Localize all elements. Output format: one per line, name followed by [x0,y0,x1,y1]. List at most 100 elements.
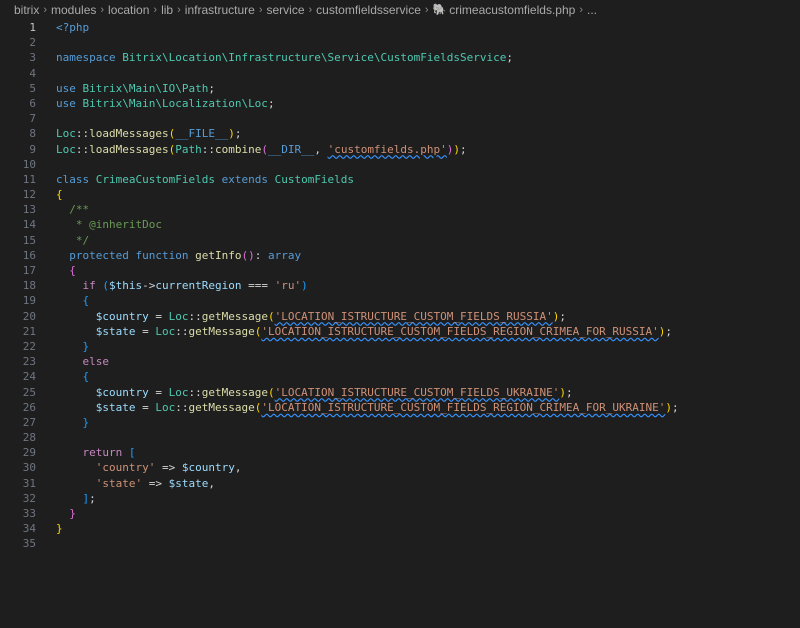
code-token: ; [671,400,679,414]
code-token: <?php [56,21,90,34]
line-number: 35 [22,537,36,551]
code-token: } [82,415,90,429]
code-token: ; [566,385,573,399]
code-token: ) [559,385,566,399]
code-token: function [135,248,196,262]
code-token: ; [665,324,672,338]
code-line[interactable]: 13 /** [0,202,800,217]
indent-guide [56,507,69,520]
code-token: 'LOCATION_ISTRUCTURE_CUSTOM_FIELDS_REGIO… [261,324,659,338]
code-line[interactable]: 2 [0,35,800,50]
indent-guide [56,218,69,231]
code-line[interactable]: 28 [0,430,800,445]
code-line[interactable]: 14 * @inheritDoc [0,217,800,232]
code-line[interactable]: 24 { [0,369,800,384]
line-number: 33 [22,507,36,520]
breadcrumb-item[interactable]: lib [161,0,173,20]
breadcrumb-item[interactable]: location [108,0,149,20]
code-token: ( [267,309,275,323]
code-token: getMessage [201,309,268,323]
code-line[interactable]: 27 } [0,415,800,430]
code-line[interactable]: 31 'state' => $state, [0,476,800,491]
breadcrumb-item[interactable]: service [266,0,304,20]
code-token: 'customfields.php' [327,142,447,156]
code-line[interactable]: 25 $country = Loc::getMessage('LOCATION_… [0,385,800,400]
code-token: [ [128,446,136,460]
breadcrumb-item[interactable]: infrastructure [185,0,255,20]
code-token: $country [181,461,235,475]
code-line[interactable]: 8 Loc::loadMessages(__FILE__); [0,126,800,141]
code-line[interactable]: 19 { [0,293,800,308]
code-line[interactable]: 29 return [ [0,445,800,460]
code-token: ; [460,142,467,156]
chevron-right-icon: › [579,4,583,16]
code-editor[interactable]: 1 <?php 2 3 namespace Bitrix\Location\Infras… [0,20,800,552]
code-line[interactable]: 5 use Bitrix\Main\IO\Path; [0,81,800,96]
code-line[interactable]: 33 } [0,506,800,521]
indent-guide [56,446,83,459]
code-token: Bitrix\Main\Localization\Loc [82,96,268,110]
indent-guide [56,477,96,490]
code-token: ) [665,400,672,414]
indent-guide [56,416,83,429]
code-token: Loc [168,385,189,399]
code-text: * @inheritDoc [56,217,800,232]
breadcrumb-item[interactable]: modules [51,0,96,20]
line-number: 20 [22,309,36,323]
code-token: = [155,385,169,399]
code-line[interactable]: 11 class CrimeaCustomFields extends Custo… [0,172,800,187]
code-token: } [82,339,90,353]
code-line[interactable]: 3 namespace Bitrix\Location\Infrastructur… [0,50,800,65]
code-line[interactable]: 22 } [0,339,800,354]
code-line[interactable]: 26 $state = Loc::getMessage('LOCATION_IS… [0,400,800,415]
code-text: Loc::loadMessages(__FILE__); [56,126,800,141]
code-token: loadMessages [89,142,169,156]
code-line[interactable]: 10 [0,157,800,172]
line-number: 19 [22,294,36,308]
code-token: /** [69,203,90,217]
code-line[interactable]: 34} [0,521,800,536]
code-token: :: [188,309,202,323]
code-token: $state [168,476,209,490]
code-line[interactable]: 23 else [0,354,800,369]
code-line[interactable]: 7 [0,111,800,126]
code-line[interactable]: 20 $country = Loc::getMessage('LOCATION_… [0,309,800,324]
code-line[interactable]: 30 'country' => $country, [0,460,800,475]
code-token: $state [95,324,143,338]
code-line[interactable]: 6 use Bitrix\Main\Localization\Loc; [0,96,800,111]
code-line[interactable]: 21 $state = Loc::getMessage('LOCATION_IS… [0,324,800,339]
indent-guide [56,401,96,414]
code-line[interactable]: 15 */ [0,233,800,248]
code-token: { [82,294,90,308]
code-text: $state = Loc::getMessage('LOCATION_ISTRU… [56,324,800,339]
breadcrumb-item[interactable]: customfieldsservice [316,0,421,20]
code-line[interactable]: 16 protected function getInfo(): array [0,248,800,263]
breadcrumb-file[interactable]: crimeacustomfields.php [449,0,575,20]
code-text: return [ [56,445,800,460]
code-line[interactable]: 32 ]; [0,491,800,506]
code-token: , [234,461,242,475]
line-number: 25 [22,385,36,399]
code-line[interactable]: 4 [0,66,800,81]
code-token: } [56,522,63,536]
code-line[interactable]: 1 <?php [0,20,800,36]
code-token: = [142,400,156,414]
line-number: 1 [29,21,36,34]
code-token: ) [301,279,308,293]
code-token: getMessage [188,324,255,338]
code-token: => [161,461,182,475]
indent-guide [56,386,96,399]
code-line[interactable]: 9 Loc::loadMessages(Path::combine(__DIR__… [0,142,800,157]
breadcrumb-item[interactable]: bitrix [14,0,39,20]
chevron-right-icon: › [100,4,105,16]
code-line[interactable]: 18 if ($this->currentRegion === 'ru') [0,278,800,293]
code-token: => [148,476,169,490]
breadcrumb-more[interactable]: ... [587,0,597,20]
code-line[interactable]: 17 { [0,263,800,278]
code-line[interactable]: 12 { [0,187,800,202]
code-token: Loc [155,324,176,338]
code-line[interactable]: 35 [0,536,800,551]
indent-guide [56,203,69,216]
line-number: 28 [22,431,36,445]
